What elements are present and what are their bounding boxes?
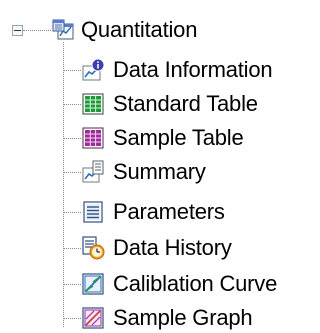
- tree-node-label: Parameters: [113, 199, 225, 224]
- data-history-icon: [82, 236, 105, 260]
- tree-line-branch: [63, 212, 81, 213]
- tree-node-label: Summary: [113, 159, 206, 184]
- calibration-curve-icon: [82, 273, 104, 295]
- tree-line-branch: [63, 70, 81, 71]
- tree-node-label: Standard Table: [113, 91, 258, 116]
- tree-node-quantitation[interactable]: Quantitation: [51, 15, 197, 45]
- tree-line-branch: [63, 172, 81, 173]
- tree-node-label: Sample Graph: [113, 305, 253, 330]
- tree-line-branch: [63, 284, 81, 285]
- tree-node-label: Sample Table: [113, 125, 244, 150]
- tree-node-summary[interactable]: Summary: [81, 157, 206, 187]
- tree-line-branch: [63, 104, 81, 105]
- summary-icon: [82, 160, 104, 183]
- tree-node-sample-table[interactable]: Sample Table: [81, 123, 244, 153]
- standard-table-icon: [82, 93, 104, 115]
- tree-node-label: Data History: [113, 235, 232, 260]
- tree-line-root: [23, 30, 51, 31]
- tree-node-standard-table[interactable]: Standard Table: [81, 89, 258, 119]
- tree-line-branch: [63, 138, 81, 139]
- parameters-icon: [83, 201, 103, 223]
- quantitation-tree: Quantitation Data Information Standard T…: [0, 0, 320, 333]
- tree-node-label: Caliblation Curve: [113, 271, 278, 296]
- tree-node-parameters[interactable]: Parameters: [81, 197, 225, 227]
- sample-table-icon: [82, 127, 104, 149]
- tree-node-data-history[interactable]: Data History: [81, 233, 232, 263]
- tree-node-label: Quantitation: [81, 17, 198, 42]
- quantitation-folder-icon: [52, 19, 74, 40]
- tree-line-branch: [63, 318, 81, 319]
- collapse-toggle-button[interactable]: [12, 25, 23, 36]
- tree-node-label: Data Information: [113, 57, 273, 82]
- tree-node-calibration-curve[interactable]: Caliblation Curve: [81, 269, 277, 299]
- tree-node-data-information[interactable]: Data Information: [81, 55, 273, 85]
- tree-node-sample-graph[interactable]: Sample Graph: [81, 303, 253, 333]
- tree-line-branch: [63, 248, 81, 249]
- sample-graph-icon: [82, 307, 104, 329]
- data-information-icon: [82, 58, 105, 81]
